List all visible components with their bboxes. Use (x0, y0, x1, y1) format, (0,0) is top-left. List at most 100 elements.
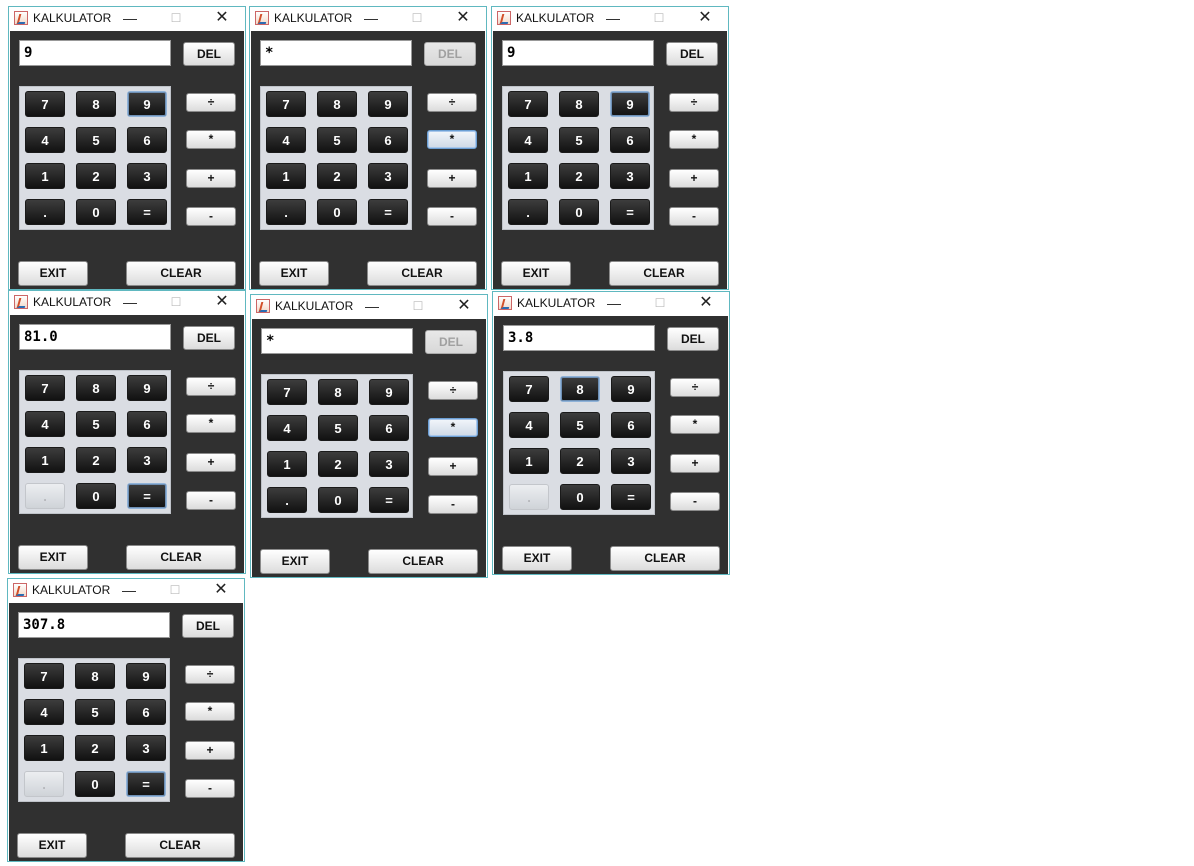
key-7[interactable]: 7 (25, 91, 65, 117)
key-4[interactable]: 4 (25, 411, 65, 437)
key-0[interactable]: 0 (75, 771, 115, 797)
key-5[interactable]: 5 (76, 127, 116, 153)
clear-button[interactable]: CLEAR (609, 261, 719, 286)
clear-button[interactable]: CLEAR (368, 549, 478, 574)
key-0[interactable]: 0 (560, 484, 600, 510)
minimize-icon[interactable]: — (356, 8, 386, 28)
divide-button[interactable]: ÷ (427, 93, 477, 112)
key-8[interactable]: 8 (76, 375, 116, 401)
title-bar[interactable]: KALKULATOR — ☐ ✕ (251, 295, 487, 319)
key-1[interactable]: 1 (508, 163, 548, 189)
key-dot[interactable]: . (508, 199, 548, 225)
exit-button[interactable]: EXIT (259, 261, 329, 286)
del-button[interactable]: DEL (183, 326, 235, 350)
key-3[interactable]: 3 (126, 735, 166, 761)
maximize-icon[interactable]: ☐ (645, 293, 675, 313)
maximize-icon[interactable]: ☐ (644, 8, 674, 28)
key-9[interactable]: 9 (127, 375, 167, 401)
maximize-icon[interactable]: ☐ (403, 296, 433, 316)
key-4[interactable]: 4 (25, 127, 65, 153)
clear-button[interactable]: CLEAR (126, 545, 236, 570)
key-equals[interactable]: = (127, 199, 167, 225)
key-3[interactable]: 3 (611, 448, 651, 474)
del-button[interactable]: DEL (424, 42, 476, 66)
clear-button[interactable]: CLEAR (125, 833, 235, 858)
key-9[interactable]: 9 (126, 663, 166, 689)
minus-button[interactable]: - (185, 779, 235, 798)
minimize-icon[interactable]: — (599, 293, 629, 313)
title-bar[interactable]: KALKULATOR — ☐ ✕ (9, 7, 245, 31)
clear-button[interactable]: CLEAR (610, 546, 720, 571)
key-1[interactable]: 1 (25, 163, 65, 189)
key-equals[interactable]: = (610, 199, 650, 225)
close-icon[interactable]: ✕ (206, 580, 236, 600)
divide-button[interactable]: ÷ (669, 93, 719, 112)
key-9[interactable]: 9 (611, 376, 651, 402)
key-7[interactable]: 7 (266, 91, 306, 117)
minimize-icon[interactable]: — (357, 296, 387, 316)
key-9[interactable]: 9 (369, 379, 409, 405)
key-6[interactable]: 6 (610, 127, 650, 153)
divide-button[interactable]: ÷ (186, 93, 236, 112)
key-7[interactable]: 7 (509, 376, 549, 402)
multiply-button[interactable]: * (427, 130, 477, 149)
key-0[interactable]: 0 (76, 483, 116, 509)
key-7[interactable]: 7 (25, 375, 65, 401)
divide-button[interactable]: ÷ (186, 377, 236, 396)
key-1[interactable]: 1 (25, 447, 65, 473)
multiply-button[interactable]: * (428, 418, 478, 437)
display-field[interactable]: 81.0 (19, 324, 171, 350)
maximize-icon[interactable]: ☐ (161, 8, 191, 28)
key-dot[interactable]: . (266, 199, 306, 225)
key-4[interactable]: 4 (266, 127, 306, 153)
key-4[interactable]: 4 (24, 699, 64, 725)
exit-button[interactable]: EXIT (260, 549, 330, 574)
key-0[interactable]: 0 (318, 487, 358, 513)
title-bar[interactable]: KALKULATOR — ☐ ✕ (493, 292, 729, 316)
key-5[interactable]: 5 (76, 411, 116, 437)
key-3[interactable]: 3 (127, 163, 167, 189)
display-field[interactable]: * (261, 328, 413, 354)
key-2[interactable]: 2 (75, 735, 115, 761)
exit-button[interactable]: EXIT (18, 261, 88, 286)
key-8[interactable]: 8 (559, 91, 599, 117)
key-equals[interactable]: = (369, 487, 409, 513)
key-dot[interactable]: . (509, 484, 549, 510)
divide-button[interactable]: ÷ (185, 665, 235, 684)
minimize-icon[interactable]: — (114, 580, 144, 600)
key-2[interactable]: 2 (560, 448, 600, 474)
display-field[interactable]: 9 (19, 40, 171, 66)
key-2[interactable]: 2 (559, 163, 599, 189)
key-9[interactable]: 9 (127, 91, 167, 117)
key-1[interactable]: 1 (266, 163, 306, 189)
key-1[interactable]: 1 (267, 451, 307, 477)
key-7[interactable]: 7 (267, 379, 307, 405)
clear-button[interactable]: CLEAR (126, 261, 236, 286)
key-2[interactable]: 2 (317, 163, 357, 189)
key-3[interactable]: 3 (610, 163, 650, 189)
minus-button[interactable]: - (428, 495, 478, 514)
plus-button[interactable]: + (186, 169, 236, 188)
multiply-button[interactable]: * (185, 702, 235, 721)
key-2[interactable]: 2 (76, 447, 116, 473)
key-dot[interactable]: . (25, 483, 65, 509)
title-bar[interactable]: KALKULATOR — ☐ ✕ (8, 579, 244, 603)
key-dot[interactable]: . (267, 487, 307, 513)
key-6[interactable]: 6 (368, 127, 408, 153)
key-3[interactable]: 3 (127, 447, 167, 473)
multiply-button[interactable]: * (186, 130, 236, 149)
multiply-button[interactable]: * (670, 415, 720, 434)
close-icon[interactable]: ✕ (207, 292, 237, 312)
display-field[interactable]: 307.8 (18, 612, 170, 638)
key-dot[interactable]: . (25, 199, 65, 225)
del-button[interactable]: DEL (425, 330, 477, 354)
multiply-button[interactable]: * (669, 130, 719, 149)
key-6[interactable]: 6 (369, 415, 409, 441)
minimize-icon[interactable]: — (115, 292, 145, 312)
key-6[interactable]: 6 (611, 412, 651, 438)
key-5[interactable]: 5 (317, 127, 357, 153)
key-equals[interactable]: = (126, 771, 166, 797)
key-3[interactable]: 3 (369, 451, 409, 477)
close-icon[interactable]: ✕ (449, 296, 479, 316)
close-icon[interactable]: ✕ (207, 8, 237, 28)
